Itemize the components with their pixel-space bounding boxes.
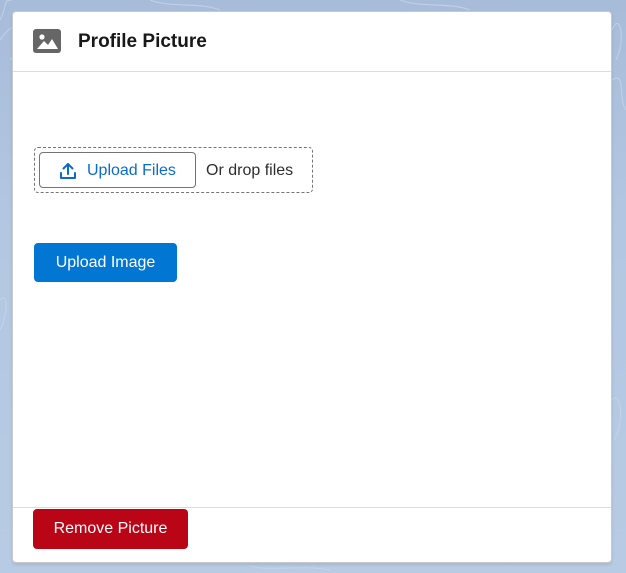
upload-icon (60, 163, 76, 179)
upload-image-button[interactable]: Upload Image (34, 243, 177, 282)
modal-title: Profile Picture (78, 31, 207, 52)
file-drop-zone[interactable]: Upload Files Or drop files (34, 147, 313, 193)
modal-header: Profile Picture (13, 12, 611, 72)
upload-files-button[interactable]: Upload Files (39, 152, 196, 188)
remove-picture-button[interactable]: Remove Picture (33, 509, 188, 549)
modal-footer: Remove Picture (13, 507, 611, 563)
profile-picture-modal: Profile Picture Upload Files Or drop fil… (12, 11, 612, 563)
drop-files-text: Or drop files (206, 162, 294, 179)
upload-files-label: Upload Files (87, 162, 176, 179)
image-icon (33, 29, 61, 53)
